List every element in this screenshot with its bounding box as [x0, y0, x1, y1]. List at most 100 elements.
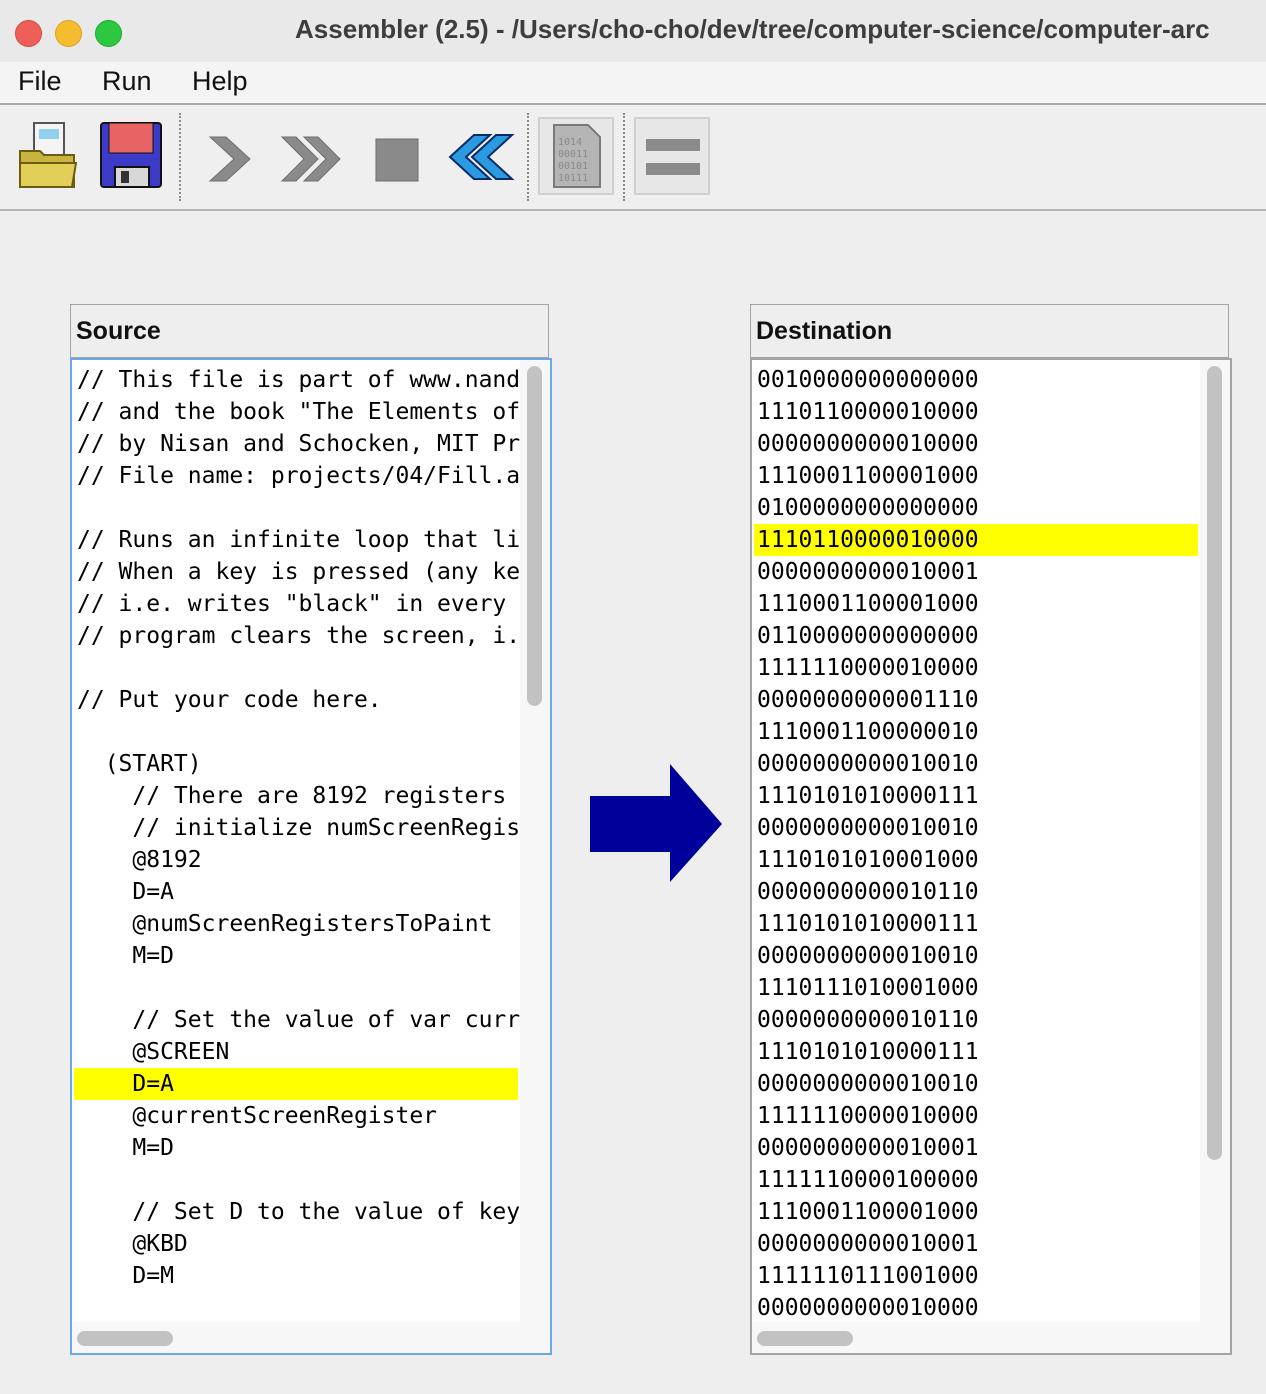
source-code-line[interactable]: // initialize numScreenRegis — [74, 812, 520, 844]
svg-text:1014: 1014 — [558, 137, 582, 148]
source-code-line[interactable]: @numScreenRegistersToPaint — [74, 908, 518, 940]
compare-button[interactable] — [634, 117, 710, 195]
single-step-button[interactable] — [196, 117, 266, 197]
source-code-line[interactable]: // program clears the screen, i. — [74, 620, 520, 652]
destination-binary-line[interactable]: 1111110111001000 — [754, 1260, 1198, 1292]
source-horizontal-scrollbar[interactable] — [72, 1322, 550, 1353]
destination-binary-line[interactable]: 1110101010001000 — [754, 844, 1198, 876]
source-code-line[interactable]: D=A — [74, 876, 518, 908]
destination-binary-line[interactable]: 0000000000010010 — [754, 940, 1198, 972]
destination-binary-line[interactable]: 0110000000000000 — [754, 620, 1198, 652]
source-code-line[interactable]: // by Nisan and Schocken, MIT Pr — [74, 428, 520, 460]
rewind-icon — [448, 134, 515, 180]
source-code-line[interactable]: M=D — [74, 1132, 518, 1164]
source-code-list[interactable]: // This file is part of www.nand// and t… — [70, 358, 552, 1355]
destination-binary-line[interactable]: 1110110000010000 — [754, 524, 1198, 556]
destination-horizontal-scrollbar[interactable] — [752, 1322, 1230, 1353]
menu-file[interactable]: File — [18, 66, 62, 97]
source-horizontal-scroll-thumb[interactable] — [77, 1331, 173, 1346]
window-title: Assembler (2.5) - /Users/cho-cho/dev/tre… — [295, 14, 1210, 44]
source-code-line[interactable]: @SCREEN — [74, 1036, 518, 1068]
destination-binary-line[interactable]: 0000000000010110 — [754, 1004, 1198, 1036]
source-code-line[interactable]: D=M — [74, 1260, 518, 1292]
destination-binary-line[interactable]: 0100000000000000 — [754, 492, 1198, 524]
source-code-line[interactable]: // i.e. writes "black" in every — [74, 588, 518, 620]
destination-binary-line[interactable]: 1110101010000111 — [754, 780, 1198, 812]
destination-panel-title: Destination — [756, 317, 893, 345]
destination-binary-line[interactable]: 1110101010000111 — [754, 908, 1198, 940]
destination-binary-line[interactable]: 0000000000010110 — [754, 876, 1198, 908]
assembler-window: Assembler (2.5) - /Users/cho-cho/dev/tre… — [0, 0, 1266, 1394]
source-code-line[interactable] — [74, 972, 518, 1004]
destination-binary-line[interactable]: 1111110000010000 — [754, 652, 1198, 684]
destination-binary-line[interactable]: 0010000000000000 — [754, 364, 1198, 396]
destination-binary-line[interactable]: 1110001100001000 — [754, 588, 1198, 620]
source-code-line[interactable]: D=A — [74, 1068, 518, 1100]
close-window-button[interactable] — [15, 20, 42, 47]
source-code-line[interactable]: // There are 8192 registers — [74, 780, 518, 812]
stop-icon — [375, 138, 419, 182]
destination-binary-line[interactable]: 0000000000010010 — [754, 748, 1198, 780]
destination-binary-line[interactable]: 1111110000010000 — [754, 1100, 1198, 1132]
destination-binary-line[interactable]: 0000000000001110 — [754, 684, 1198, 716]
source-code-line[interactable]: @KBD — [74, 1228, 518, 1260]
source-code-line[interactable]: @8192 — [74, 844, 518, 876]
source-code-line[interactable] — [74, 652, 518, 684]
destination-binary-line[interactable]: 1110001100000010 — [754, 716, 1198, 748]
source-code-line[interactable]: // Set D to the value of key — [74, 1196, 520, 1228]
destination-binary-line[interactable]: 1110110000010000 — [754, 396, 1198, 428]
translate-binary-icon: 1014 00011 00101 10111 — [553, 124, 601, 188]
destination-binary-line[interactable]: 1110111010001000 — [754, 972, 1198, 1004]
destination-binary-line[interactable]: 1110101010000111 — [754, 1036, 1198, 1068]
destination-binary-line[interactable]: 1110001100001000 — [754, 460, 1198, 492]
source-code-line[interactable] — [74, 716, 518, 748]
source-code-line[interactable]: (START) — [74, 748, 518, 780]
fast-forward-button[interactable] — [278, 117, 348, 197]
source-code-line[interactable]: // This file is part of www.nand — [74, 364, 520, 396]
source-vertical-scroll-thumb[interactable] — [527, 366, 542, 706]
destination-binary-line[interactable]: 1110001100001000 — [754, 1196, 1198, 1228]
source-code-line[interactable] — [74, 492, 518, 524]
destination-binary-list[interactable]: 0010000000000000 1110110000010000 00000000… — [750, 358, 1232, 1355]
destination-binary-line[interactable]: 0000000000010000 — [754, 428, 1198, 460]
destination-binary-line[interactable]: 0000000000010001 — [754, 1228, 1198, 1260]
destination-binary-line[interactable]: 0000000000010000 — [754, 1292, 1198, 1324]
compare-icon — [646, 139, 700, 175]
source-code-line[interactable]: @currentScreenRegister — [74, 1100, 518, 1132]
single-step-icon — [208, 136, 251, 182]
svg-text:00011: 00011 — [558, 149, 588, 160]
svg-text:00101: 00101 — [558, 161, 588, 172]
destination-horizontal-scroll-thumb[interactable] — [757, 1331, 853, 1346]
toolbar-separator — [623, 113, 625, 201]
destination-vertical-scroll-thumb[interactable] — [1207, 366, 1222, 1160]
source-code-line[interactable]: // Put your code here. — [74, 684, 518, 716]
stop-button[interactable] — [362, 117, 432, 197]
title-bar: Assembler (2.5) - /Users/cho-cho/dev/tre… — [0, 0, 1266, 63]
destination-binary-line[interactable]: 1111110000100000 — [754, 1164, 1198, 1196]
destination-binary-line[interactable]: 0000000000010001 — [754, 1132, 1198, 1164]
source-code-line[interactable]: // Runs an infinite loop that li — [74, 524, 520, 556]
translate-binary-button[interactable]: 1014 00011 00101 10111 — [538, 117, 614, 195]
destination-vertical-scrollbar[interactable] — [1200, 360, 1230, 1322]
load-file-button[interactable] — [14, 117, 84, 197]
translate-arrow-icon — [590, 764, 722, 882]
rewind-button[interactable] — [446, 117, 516, 197]
source-code-line[interactable]: // File name: projects/04/Fill.a — [74, 460, 520, 492]
menu-bar: File Run Help — [0, 62, 1266, 105]
destination-binary-line[interactable]: 0000000000010010 — [754, 812, 1198, 844]
menu-run[interactable]: Run — [102, 66, 152, 97]
source-code-line[interactable]: // When a key is pressed (any ke — [74, 556, 520, 588]
zoom-window-button[interactable] — [95, 20, 122, 47]
save-file-button[interactable] — [97, 117, 167, 197]
source-vertical-scrollbar[interactable] — [520, 360, 550, 1322]
source-code-line[interactable]: // Set the value of var curr — [74, 1004, 520, 1036]
destination-binary-line[interactable]: 0000000000010001 — [754, 556, 1198, 588]
svg-text:10111: 10111 — [558, 173, 588, 184]
source-code-line[interactable]: // and the book "The Elements of — [74, 396, 520, 428]
destination-binary-line[interactable]: 0000000000010010 — [754, 1068, 1198, 1100]
menu-help[interactable]: Help — [192, 66, 248, 97]
source-code-line[interactable] — [74, 1164, 518, 1196]
minimize-window-button[interactable] — [55, 20, 82, 47]
source-code-line[interactable]: M=D — [74, 940, 518, 972]
source-panel-title: Source — [76, 317, 161, 345]
